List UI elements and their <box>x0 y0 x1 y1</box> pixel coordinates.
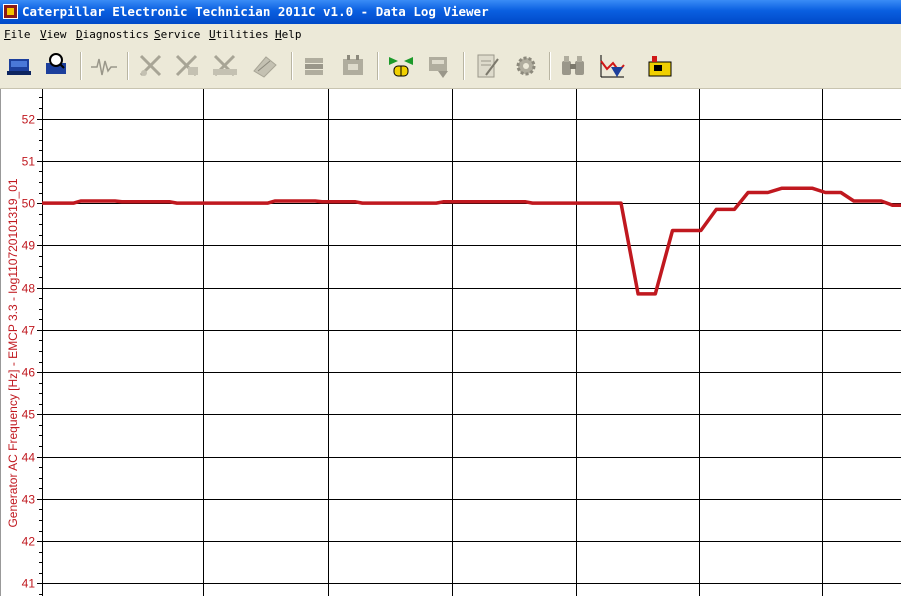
frequency-chart[interactable]: 41 42 43 44 45 46 47 48 49 50 51 52 Generator AC Fr… <box>0 89 901 596</box>
y-tick-label: 44 <box>22 451 36 465</box>
edit-document-icon[interactable] <box>472 51 502 81</box>
menu-diagnostics[interactable]: Diagnostics <box>76 24 149 45</box>
y-tick-label: 46 <box>22 366 36 380</box>
status-waveform-icon[interactable] <box>89 51 119 81</box>
stack-icon[interactable] <box>300 51 330 81</box>
y-tick-label: 52 <box>22 113 36 127</box>
y-tick-label: 42 <box>22 535 36 549</box>
diagnostic-tool-3-icon[interactable] <box>210 51 240 81</box>
series-layer <box>42 186 901 296</box>
diagnostic-tool-4-icon[interactable] <box>250 51 280 81</box>
toolbar-separator <box>377 52 379 80</box>
app-logo-icon <box>3 4 18 19</box>
y-tick-label: 50 <box>22 197 36 211</box>
module-icon[interactable] <box>338 51 368 81</box>
y-tick-label: 51 <box>22 155 36 169</box>
binoculars-icon[interactable] <box>558 51 588 81</box>
connect-icon[interactable] <box>5 51 35 81</box>
y-tick-label: 48 <box>22 282 36 296</box>
y-tick-label: 49 <box>22 239 36 253</box>
toolbar <box>0 45 901 89</box>
search-ecm-icon[interactable] <box>42 51 72 81</box>
y-tick-label: 43 <box>22 493 36 507</box>
menu-help[interactable]: Help <box>275 24 302 45</box>
toolbar-separator <box>80 52 82 80</box>
window-title: Caterpillar Electronic Technician 2011C … <box>22 4 489 19</box>
menu-bar: File View Diagnostics Service Utilities … <box>0 24 901 45</box>
chart-area[interactable]: 41 42 43 44 45 46 47 48 49 50 51 52 Generator AC Fr… <box>0 89 901 596</box>
menu-file[interactable]: File <box>4 24 31 45</box>
chart-grid <box>42 89 901 596</box>
title-bar[interactable]: Caterpillar Electronic Technician 2011C … <box>0 0 901 24</box>
toolbar-separator <box>463 52 465 80</box>
y-axis-ticks: 41 42 43 44 45 46 47 48 49 50 51 52 <box>22 97 42 595</box>
graph-flag-icon[interactable] <box>597 51 627 81</box>
diagnostic-tool-2-icon[interactable] <box>172 51 202 81</box>
toolbar-separator <box>549 52 551 80</box>
toolbar-separator <box>127 52 129 80</box>
y-tick-label: 41 <box>22 577 36 591</box>
y-tick-label: 45 <box>22 408 36 422</box>
menu-utilities[interactable]: Utilities <box>209 24 269 45</box>
diagnostic-tool-1-icon[interactable] <box>136 51 166 81</box>
menu-service[interactable]: Service <box>154 24 200 45</box>
battery-icon[interactable] <box>645 51 675 81</box>
y-axis-label: Generator AC Frequency [Hz] - EMCP 3.3 -… <box>6 178 20 527</box>
y-tick-label: 47 <box>22 324 36 338</box>
toolbar-separator <box>291 52 293 80</box>
menu-view[interactable]: View <box>40 24 67 45</box>
series-line-0 <box>42 186 901 296</box>
flash-icon[interactable] <box>386 51 416 81</box>
settings-gear-icon[interactable] <box>511 51 541 81</box>
record-icon[interactable] <box>424 51 454 81</box>
